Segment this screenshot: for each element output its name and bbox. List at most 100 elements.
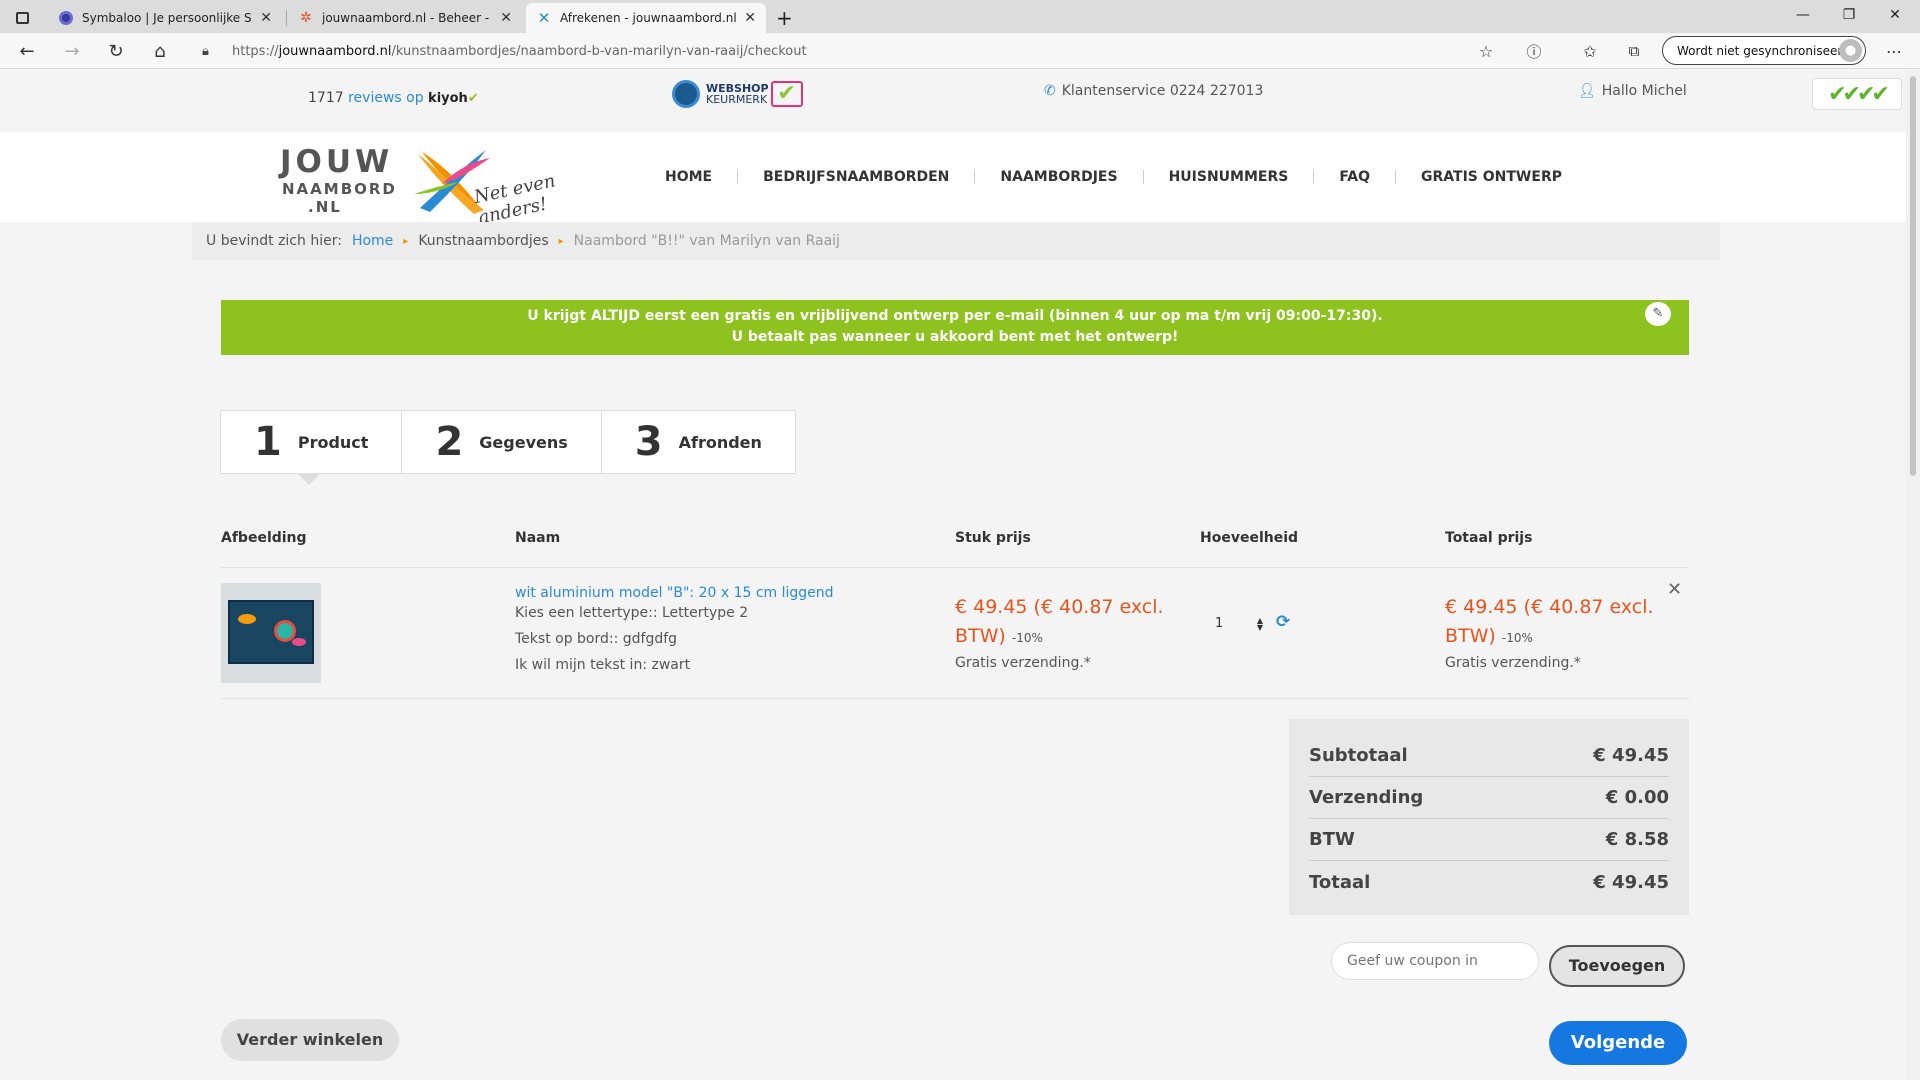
page-scrollbar[interactable] xyxy=(1906,70,1920,1080)
unit-price-line1: € 49.45 (€ 40.87 excl. xyxy=(955,596,1164,618)
extension-button[interactable]: ⓘ xyxy=(1520,37,1548,65)
avatar: ● xyxy=(1839,39,1862,62)
totals-label: Verzending xyxy=(1309,787,1424,808)
product-name-link[interactable]: wit aluminium model "B": 20 x 15 cm ligg… xyxy=(515,585,834,601)
greeting-text: Hallo Michel xyxy=(1601,83,1687,99)
product-plate xyxy=(228,600,314,664)
tab-symbaloo[interactable]: Symbaloo | Je persoonlijke Startpagina ✕ xyxy=(48,3,282,33)
profile-sync-button[interactable]: Wordt niet gesynchroniseerd ● xyxy=(1662,36,1866,65)
forward-button[interactable]: → xyxy=(58,37,86,65)
collections-icon: ⧉ xyxy=(1628,42,1640,60)
step-afronden[interactable]: 3 Afronden xyxy=(600,410,796,474)
service-text: Klantenservice 0224 227013 xyxy=(1061,83,1264,99)
reload-button[interactable]: ↻ xyxy=(102,37,130,65)
spinner-arrows-icon[interactable]: ▲ ▼ xyxy=(1257,617,1263,632)
close-window-button[interactable]: ✕ xyxy=(1872,0,1918,30)
totals-label: BTW xyxy=(1309,829,1355,850)
user-icon: 👤︎ xyxy=(1578,83,1596,99)
totals-value: € 8.58 xyxy=(1605,829,1669,850)
tab-beheer[interactable]: ✲ jouwnaambord.nl - Beheer - Dashboard ✕ xyxy=(288,3,522,33)
add-coupon-button[interactable]: Toevoegen xyxy=(1549,945,1685,987)
step-gegevens[interactable]: 2 Gegevens xyxy=(401,410,602,474)
reviews-link[interactable]: 1717 reviews op kiyoh✔ xyxy=(308,90,479,106)
new-tab-button[interactable]: + xyxy=(770,3,800,33)
product-image[interactable] xyxy=(221,583,321,683)
url-host: jouwnaambord.nl xyxy=(278,43,392,59)
tab-title: Afrekenen - jouwnaambord.nl xyxy=(560,11,737,25)
top-info-bar: 1717 reviews op kiyoh✔ WEBSHOP KEURMERK … xyxy=(192,70,1720,132)
add-favorite-button[interactable]: ☆ xyxy=(1472,37,1500,65)
col-afbeelding: Afbeelding xyxy=(221,530,307,546)
tab-actions-button[interactable] xyxy=(0,3,46,33)
url-prefix: https:// xyxy=(232,43,279,59)
home-button[interactable]: ⌂ xyxy=(146,37,174,65)
keurmerk-seal-icon xyxy=(672,80,700,108)
active-step-pointer xyxy=(297,473,321,485)
edit-icon[interactable]: ✎ xyxy=(1645,302,1671,326)
tab-afrekenen[interactable]: ✕ Afrekenen - jouwnaambord.nl ✕ xyxy=(526,3,766,33)
page-viewport: 1717 reviews op kiyoh✔ WEBSHOP KEURMERK … xyxy=(0,70,1906,1080)
continue-shopping-button[interactable]: Verder winkelen xyxy=(221,1019,399,1061)
totals-label: Subtotaal xyxy=(1309,745,1408,766)
close-icon: ✕ xyxy=(1889,7,1901,23)
customer-service[interactable]: ✆ Klantenservice 0224 227013 xyxy=(1044,83,1263,99)
webshop-keurmerk-badge[interactable]: WEBSHOP KEURMERK ✔ xyxy=(672,80,803,108)
back-button[interactable]: ← xyxy=(13,37,41,65)
totals-row: BTW € 8.58 xyxy=(1309,819,1669,861)
col-stuk-prijs: Stuk prijs xyxy=(955,530,1031,546)
unit-discount: -10% xyxy=(1011,631,1043,645)
info-circle-icon: ⓘ xyxy=(1526,42,1542,61)
favorites-icon: ✩ xyxy=(1583,41,1597,61)
arrow-left-icon: ← xyxy=(19,40,35,62)
phone-icon: ✆ xyxy=(1044,83,1056,99)
image-decor xyxy=(238,614,256,624)
favorites-button[interactable]: ✩ xyxy=(1576,37,1604,65)
breadcrumb-arrow-icon: ▸ xyxy=(403,235,409,247)
table-row: wit aluminium model "B": 20 x 15 cm ligg… xyxy=(221,571,1689,701)
breadcrumb-home[interactable]: Home xyxy=(352,233,393,249)
unit-shipping: Gratis verzending.* xyxy=(955,655,1091,671)
quantity-stepper[interactable]: 1 ▲ ▼ xyxy=(1203,609,1267,639)
total-price: € 49.45 (€ 40.87 excl. BTW) -10% xyxy=(1445,593,1655,653)
nav-faq[interactable]: FAQ xyxy=(1314,168,1395,186)
totals-row: Verzending € 0.00 xyxy=(1309,777,1669,819)
rating-checks-badge[interactable]: ✔✔✔✔ xyxy=(1812,78,1902,110)
account-greeting[interactable]: 👤︎ Hallo Michel xyxy=(1578,83,1687,99)
star-add-icon: ☆ xyxy=(1478,41,1494,61)
nav-bedrijfsnaamborden[interactable]: BEDRIJFSNAAMBORDEN xyxy=(738,168,974,186)
site-logo[interactable]: JOUW NAAMBORD .NL Net even anders! xyxy=(280,142,620,229)
nav-naambordjes[interactable]: NAAMBORDJES xyxy=(975,168,1142,186)
remove-item-icon[interactable]: ✕ xyxy=(1667,579,1682,600)
reviews-text: reviews op xyxy=(348,90,424,106)
keurmerk-check-icon: ✔ xyxy=(770,81,803,107)
checkout-steps: 1 Product 2 Gegevens 3 Afronden xyxy=(220,410,796,485)
breadcrumb-prefix: U bevindt zich hier: xyxy=(206,233,342,249)
nav-home[interactable]: HOME xyxy=(640,168,737,186)
logo-slogan: Net even anders! xyxy=(472,170,558,229)
step-number: 1 xyxy=(254,419,282,465)
close-icon[interactable]: ✕ xyxy=(744,10,756,26)
url-path: /kunstnaambordjes/naambord-b-van-marilyn… xyxy=(391,43,807,59)
step-product[interactable]: 1 Product xyxy=(220,410,403,474)
more-icon: ⋯ xyxy=(1886,41,1902,61)
coupon-input[interactable] xyxy=(1331,942,1539,980)
close-icon[interactable]: ✕ xyxy=(500,10,512,26)
col-naam: Naam xyxy=(515,530,561,546)
address-bar[interactable]: 🔒︎ https://jouwnaambord.nl/kunstnaambord… xyxy=(192,37,1467,65)
total-price-line1: € 49.45 (€ 40.87 excl. xyxy=(1445,596,1654,618)
collections-button[interactable]: ⧉ xyxy=(1620,37,1648,65)
tab-title: jouwnaambord.nl - Beheer - Dashboard xyxy=(322,11,492,25)
refresh-icon[interactable]: ⟳ xyxy=(1276,612,1290,632)
breadcrumb-category[interactable]: Kunstnaambordjes xyxy=(418,233,548,249)
menu-button[interactable]: ⋯ xyxy=(1880,37,1908,65)
nav-huisnummers[interactable]: HUISNUMMERS xyxy=(1144,168,1314,186)
restore-button[interactable]: ❐ xyxy=(1826,0,1872,30)
nav-gratis-ontwerp[interactable]: GRATIS ONTWERP xyxy=(1396,168,1587,186)
next-button[interactable]: Volgende xyxy=(1549,1021,1687,1065)
table-divider xyxy=(221,567,1689,568)
minimize-button[interactable]: — xyxy=(1780,0,1826,30)
step-label: Gegevens xyxy=(479,432,568,452)
scrollbar-thumb[interactable] xyxy=(1910,76,1916,476)
tab-title: Symbaloo | Je persoonlijke Startpagina xyxy=(82,11,252,25)
close-icon[interactable]: ✕ xyxy=(260,10,272,26)
